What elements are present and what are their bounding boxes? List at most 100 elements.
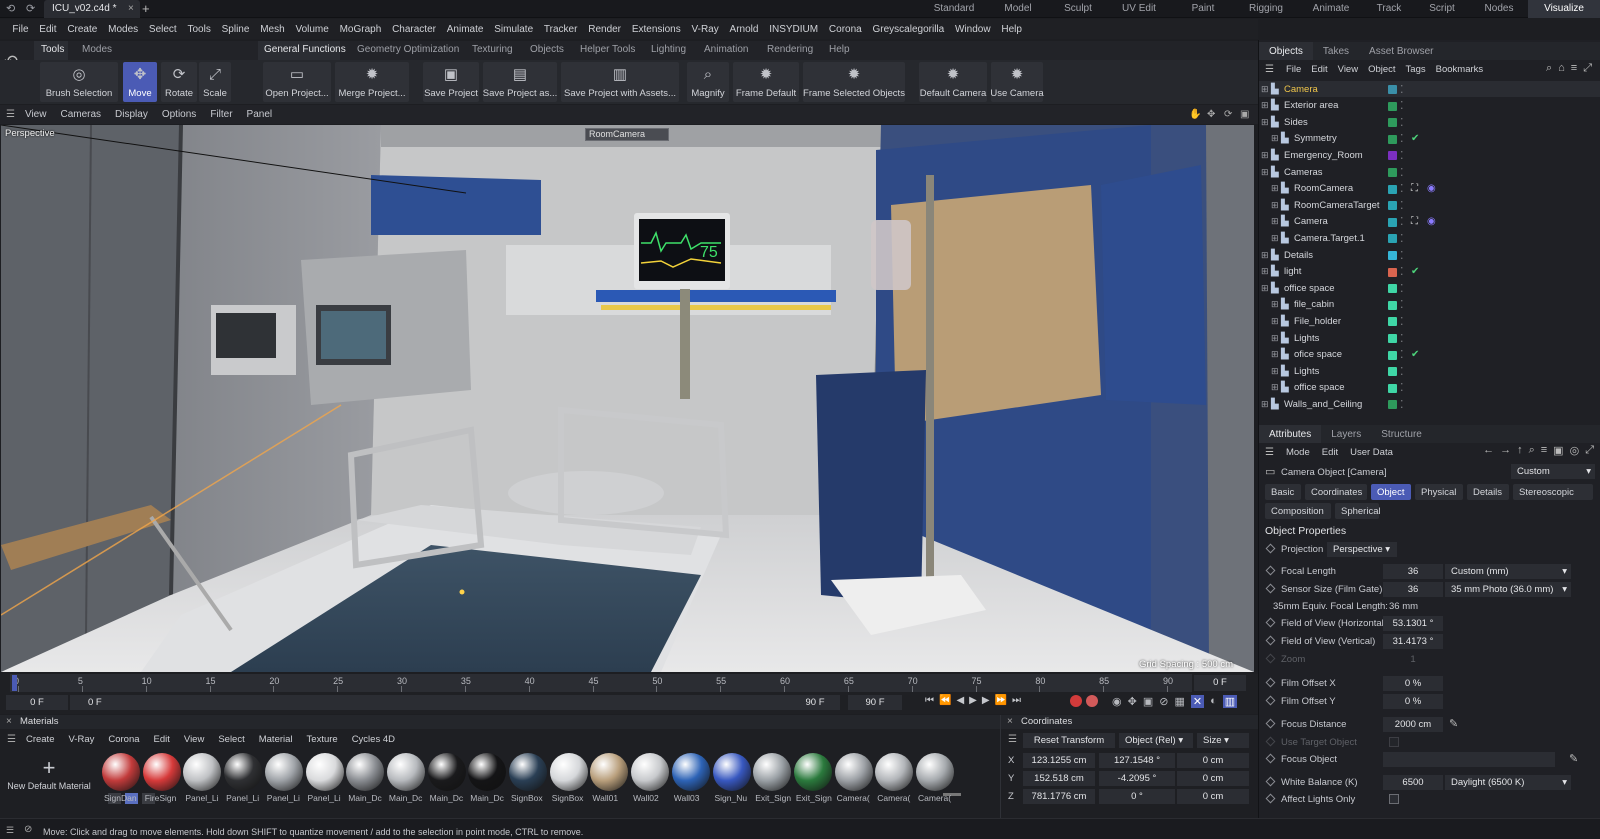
object-row[interactable]: ⊞ ▙ Symmetry ⁚ ✔ xyxy=(1259,131,1600,147)
subtab-object[interactable]: Object xyxy=(1371,484,1411,500)
layout-tab-animate[interactable]: Animate xyxy=(1298,0,1364,18)
tab-layers[interactable]: Layers xyxy=(1321,425,1371,443)
material-swatch[interactable] xyxy=(793,753,832,791)
coordinate-size-dropdown[interactable]: Size ▾ xyxy=(1197,733,1249,748)
material-swatch[interactable] xyxy=(671,753,710,791)
property-checkbox[interactable] xyxy=(1389,737,1399,747)
viewport-menu-display[interactable]: Display xyxy=(115,109,148,120)
materials-menu-texture[interactable]: Texture xyxy=(307,734,338,745)
layer-color-swatch[interactable] xyxy=(1388,350,1397,360)
keyframe-diamond-icon[interactable] xyxy=(1265,793,1276,804)
menu-mesh[interactable]: Mesh xyxy=(255,24,290,35)
start-frame-field[interactable]: 0 F xyxy=(6,695,68,710)
scale-button[interactable]: ⤢ Scale xyxy=(199,62,231,102)
expand-toggle-icon[interactable]: ⊞ xyxy=(1261,150,1269,161)
pan-icon[interactable]: ✋ xyxy=(1189,109,1201,120)
layout-tab-sculpt[interactable]: Sculpt xyxy=(1050,0,1106,18)
materials-menu-view[interactable]: View xyxy=(184,734,204,745)
menu-mograph[interactable]: MoGraph xyxy=(334,24,386,35)
layout-tab-track[interactable]: Track xyxy=(1364,0,1414,18)
expand-toggle-icon[interactable]: ⊞ xyxy=(1271,183,1279,194)
hamburger-icon[interactable]: ☰ xyxy=(1265,447,1274,458)
save-project-button[interactable]: ▣ Save Project xyxy=(423,62,479,102)
tab-lighting[interactable]: Lighting xyxy=(651,44,686,55)
objects-menu-object[interactable]: Object xyxy=(1368,64,1395,75)
expand-toggle-icon[interactable]: ⊞ xyxy=(1261,250,1269,261)
subtab-details[interactable]: Details xyxy=(1467,484,1509,500)
visibility-dots-icon[interactable]: ⁚ xyxy=(1400,249,1404,262)
object-row[interactable]: ⊞ ▙ File_holder ⁚ xyxy=(1259,313,1600,329)
materials-menu-cycles-4d[interactable]: Cycles 4D xyxy=(352,734,395,745)
visibility-dots-icon[interactable]: ⁚ xyxy=(1400,199,1404,212)
playhead[interactable] xyxy=(12,675,17,691)
layer-color-swatch[interactable] xyxy=(1388,400,1397,410)
tab-texturing[interactable]: Texturing xyxy=(472,44,513,55)
visibility-dots-icon[interactable]: ⁚ xyxy=(1400,215,1404,228)
menu-volume[interactable]: Volume xyxy=(290,24,334,35)
attributes-menu-mode[interactable]: Mode xyxy=(1286,447,1310,458)
scale-key-icon[interactable]: ⊘ xyxy=(1159,695,1168,708)
tab-geometry-optimization[interactable]: Geometry Optimization xyxy=(357,44,459,55)
coordinate-rot-field[interactable]: 0 ° xyxy=(1099,789,1175,804)
search-icon[interactable]: ⌕ xyxy=(1546,62,1552,75)
keyframe-diamond-icon[interactable] xyxy=(1265,565,1276,576)
layer-color-swatch[interactable] xyxy=(1388,317,1397,327)
picker-icon[interactable]: ✎ xyxy=(1449,717,1458,730)
viewport[interactable]: 75 xyxy=(1,125,1254,672)
viewport-menu-panel[interactable]: Panel xyxy=(247,109,273,120)
object-row[interactable]: ⊞ ▙ file_cabin ⁚ xyxy=(1259,297,1600,313)
object-row[interactable]: ⊞ ▙ RoomCameraTarget ⁚ xyxy=(1259,197,1600,213)
expand-toggle-icon[interactable]: ⊞ xyxy=(1261,117,1269,128)
prev-key-icon[interactable]: ⏪ xyxy=(939,695,951,706)
property-field[interactable]: 1 xyxy=(1383,652,1443,667)
attributes-preset-dropdown[interactable]: Custom ▾ xyxy=(1511,464,1595,479)
keyframe-diamond-icon[interactable] xyxy=(1265,753,1276,764)
viewport-camera-tag[interactable]: RoomCamera xyxy=(585,128,669,141)
rotation-key-icon[interactable]: ▣ xyxy=(1143,695,1153,708)
search-icon[interactable]: ⌕ xyxy=(1529,444,1535,457)
timeline-settings-icon[interactable]: ▥ xyxy=(1222,695,1238,708)
keyframe-icon[interactable]: ◉ xyxy=(1112,695,1122,708)
objects-menu-bookmarks[interactable]: Bookmarks xyxy=(1436,64,1484,75)
menu-arnold[interactable]: Arnold xyxy=(724,24,764,35)
property-dropdown[interactable]: Daylight (6500 K) ▾ xyxy=(1445,775,1571,790)
menu-corona[interactable]: Corona xyxy=(824,24,868,35)
settings-icon[interactable]: ◎ xyxy=(1570,444,1580,457)
timeline-ruler[interactable] xyxy=(10,674,1192,692)
object-row[interactable]: ⊞ ▙ Camera ⁚ xyxy=(1259,81,1600,97)
expand-toggle-icon[interactable]: ⊞ xyxy=(1271,349,1279,360)
current-frame-box[interactable]: 0 F xyxy=(1194,675,1246,691)
expand-toggle-icon[interactable]: ⊞ xyxy=(1271,382,1279,393)
visibility-dots-icon[interactable]: ⁚ xyxy=(1400,282,1404,295)
object-row[interactable]: ⊞ ▙ RoomCamera ⁚ ⛶ ◉ xyxy=(1259,181,1600,197)
layout-tab-standard[interactable]: Standard xyxy=(922,0,986,18)
layer-color-swatch[interactable] xyxy=(1388,334,1397,343)
material-swatch[interactable] xyxy=(549,753,588,791)
visibility-dots-icon[interactable]: ⁚ xyxy=(1400,315,1404,328)
menu-v-ray[interactable]: V-Ray xyxy=(686,24,724,35)
sound-icon[interactable]: ◐ xyxy=(1210,695,1217,708)
object-row[interactable]: ⊞ ▙ office space ⁚ xyxy=(1259,380,1600,396)
expand-toggle-icon[interactable]: ⊞ xyxy=(1261,100,1269,111)
layer-color-swatch[interactable] xyxy=(1388,118,1397,128)
layout-tab-script[interactable]: Script xyxy=(1414,0,1470,18)
keyframe-diamond-icon[interactable] xyxy=(1265,635,1276,646)
use-camera-button[interactable]: ✹ Use Camera xyxy=(990,62,1044,102)
layer-color-swatch[interactable] xyxy=(1388,184,1397,194)
new-tab-icon[interactable]: + xyxy=(142,1,150,16)
expand-toggle-icon[interactable]: ⊞ xyxy=(1261,84,1269,95)
layer-color-swatch[interactable] xyxy=(1388,134,1397,144)
visibility-dots-icon[interactable]: ⁚ xyxy=(1400,232,1404,245)
property-field[interactable]: 31.4173 ° xyxy=(1383,634,1443,649)
menu-select[interactable]: Select xyxy=(144,24,183,35)
preview-range-field[interactable]: 0 F xyxy=(70,695,840,710)
coordinate-rot-field[interactable]: -4.2095 ° xyxy=(1099,771,1175,786)
hamburger-icon[interactable]: ☰ xyxy=(1265,64,1274,75)
viewport-menu-view[interactable]: View xyxy=(25,109,47,120)
point-level-icon[interactable]: ✕ xyxy=(1190,695,1205,708)
next-key-icon[interactable]: ⏩ xyxy=(995,695,1007,706)
layer-color-swatch[interactable] xyxy=(1388,300,1397,310)
hamburger-icon[interactable]: ☰ xyxy=(6,109,15,120)
go-start-icon[interactable]: ⏮ xyxy=(925,695,934,706)
coordinate-pos-field[interactable]: 152.518 cm xyxy=(1023,771,1095,786)
